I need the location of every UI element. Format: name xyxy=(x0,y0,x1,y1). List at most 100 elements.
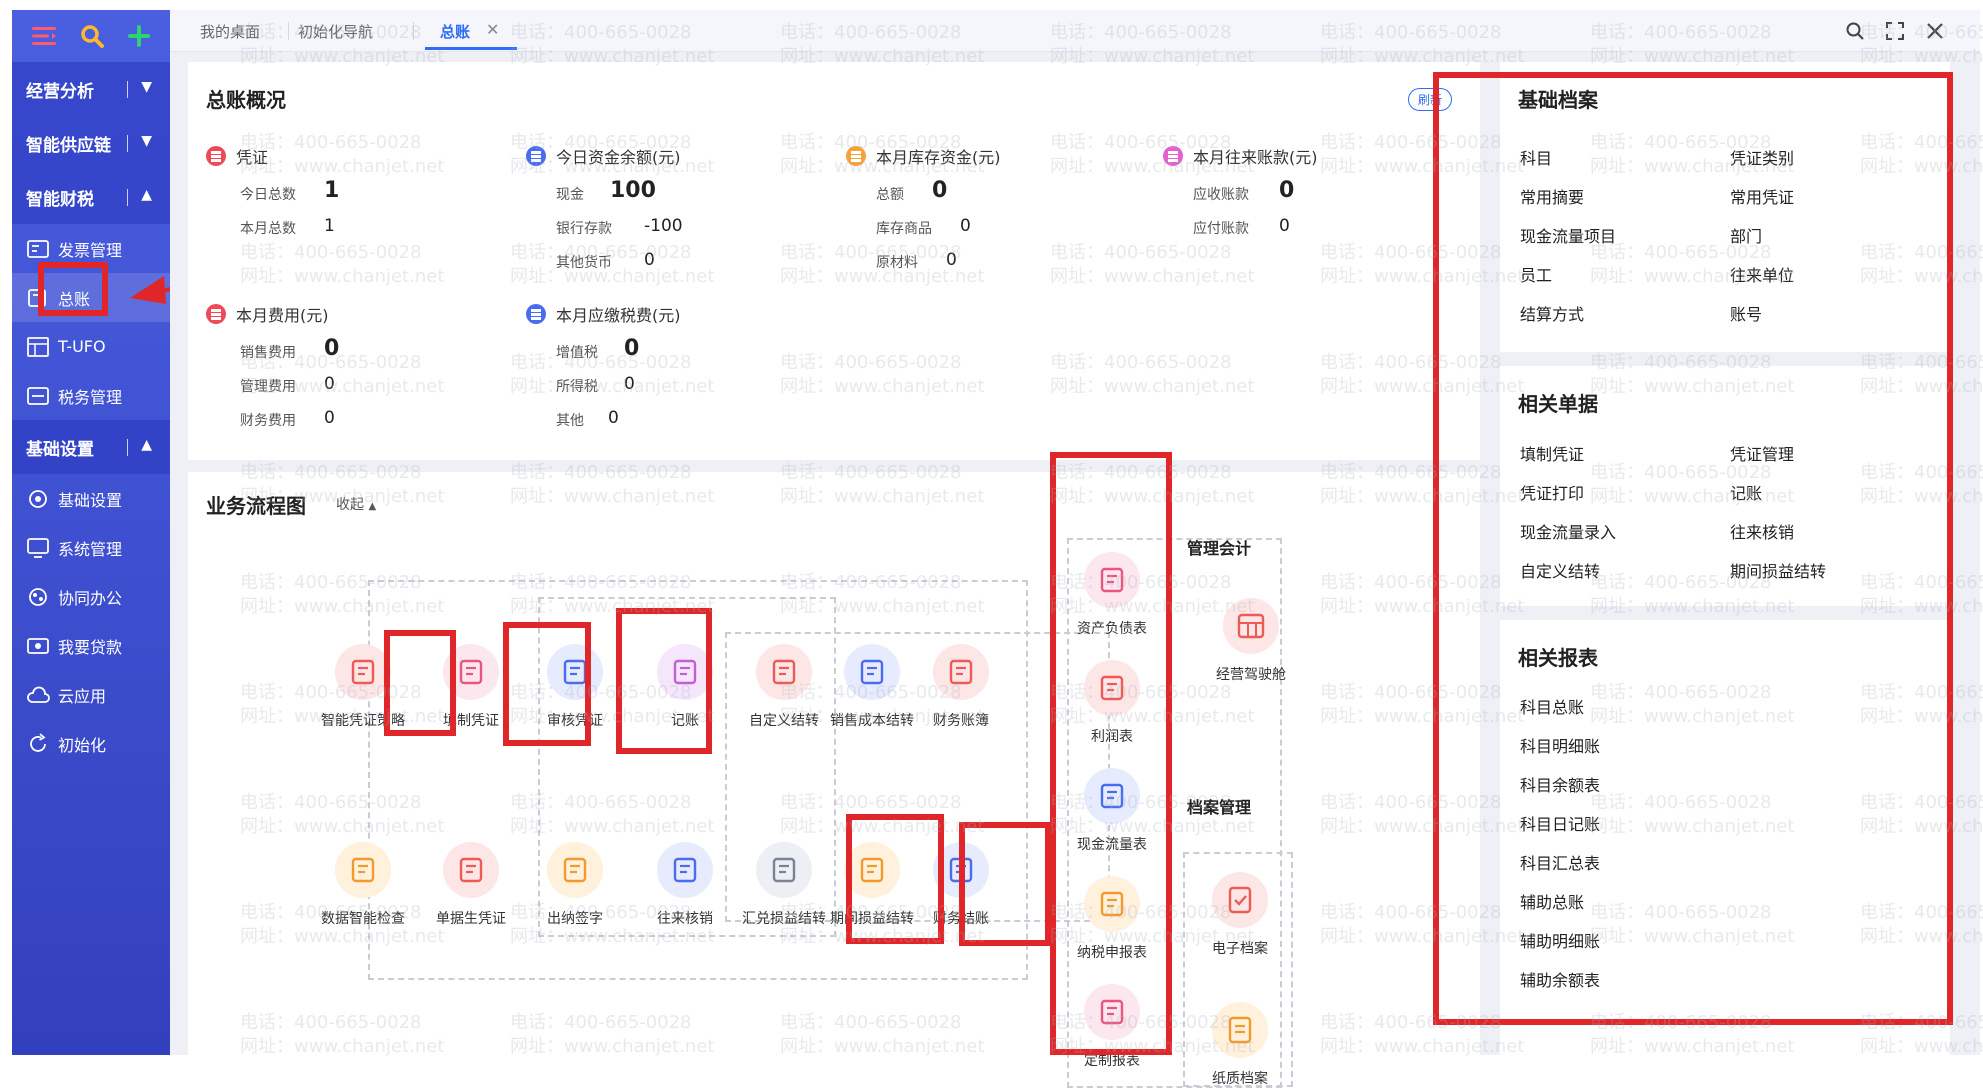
stat-label: 其他 xyxy=(556,413,584,429)
sidebar-item-label: 系统管理 xyxy=(58,539,123,559)
flow-node-paper-archive[interactable]: 纸质档案 xyxy=(1185,1002,1295,1088)
tab-bar: 我的桌面 初始化导航 总账 ✕ xyxy=(170,10,1980,52)
flow-node[interactable]: 单据生凭证 xyxy=(416,842,526,928)
sidebar-group-finance-tax[interactable]: 智能财税 ▲ xyxy=(12,170,170,224)
stat-label: 应收账款 xyxy=(1193,187,1249,203)
add-icon[interactable] xyxy=(127,24,151,48)
sidebar-item-label: 协同办公 xyxy=(58,588,123,608)
flow-node[interactable]: 出纳签字 xyxy=(520,842,630,928)
chevron-up-icon: ▲ xyxy=(141,187,152,203)
stat-value: 0 xyxy=(644,250,655,270)
sidebar-group-label: 智能供应链 xyxy=(26,135,111,156)
sidebar-group-label: 经营分析 xyxy=(26,81,94,102)
cloud-icon xyxy=(26,685,50,705)
menu-icon[interactable] xyxy=(31,25,57,47)
stat-label: 本月总数 xyxy=(240,221,296,237)
stat-value: 0 xyxy=(324,374,335,394)
chevron-up-icon: ▲ xyxy=(141,437,152,453)
settings-icon xyxy=(26,489,50,509)
stat-label: 增值税 xyxy=(556,345,598,361)
stat-value: 0 xyxy=(324,336,340,361)
sidebar-item-basic-settings[interactable]: 基础设置 xyxy=(12,474,170,523)
refresh-icon xyxy=(26,732,50,754)
sidebar-item-tax[interactable]: 税务管理 xyxy=(12,371,170,420)
divider xyxy=(127,189,128,206)
stat-value: 0 xyxy=(1279,178,1295,203)
flow-node-label: 财务账簿 xyxy=(933,713,989,729)
tab-init-nav[interactable]: 初始化导航 xyxy=(298,21,373,42)
stat-title: 本月费用(元) xyxy=(236,306,329,325)
stat-row: 库存商品 0 xyxy=(876,216,1096,244)
sidebar-group-basic-settings[interactable]: 基础设置 ▲ xyxy=(12,420,170,474)
highlight-box xyxy=(616,608,712,754)
flow-node[interactable]: 财务账簿 xyxy=(906,644,1016,730)
stat-value: 0 xyxy=(624,336,640,361)
tab-my-desktop[interactable]: 我的桌面 xyxy=(200,21,260,42)
sidebar-group-business-analysis[interactable]: 经营分析 ▼ xyxy=(12,62,170,116)
fullscreen-icon[interactable] xyxy=(1882,18,1908,44)
active-tab-underline xyxy=(425,47,517,50)
chevron-down-icon: ▼ xyxy=(141,79,152,95)
sidebar-item-cloud[interactable]: 云应用 xyxy=(12,670,170,719)
stat-row: 财务费用 0 xyxy=(240,408,460,436)
flow-node-e-archive[interactable]: 电子档案 xyxy=(1185,872,1295,958)
highlight-box xyxy=(959,822,1051,946)
search-icon[interactable] xyxy=(1842,18,1868,44)
sidebar: 经营分析 ▼ 智能供应链 ▼ 智能财税 ▲ 发票管理 总账 T-UFO 税务管理… xyxy=(12,10,170,1055)
stat-row: 应收账款 0 xyxy=(1193,178,1413,210)
stat-label: 所得税 xyxy=(556,379,598,395)
close-icon[interactable] xyxy=(1922,18,1948,44)
stat-value: -100 xyxy=(644,216,683,236)
stat-value: 0 xyxy=(1279,216,1290,236)
sidebar-item-collab[interactable]: 协同办公 xyxy=(12,572,170,621)
main-content: 总账概况 刷新 凭证 今日总数 1 本月总数 1 今日资金余额(元) 现金 10… xyxy=(170,22,1983,1088)
sidebar-item-label: 发票管理 xyxy=(58,240,123,260)
stat-row: 本月总数 1 xyxy=(240,216,440,244)
flow-node[interactable]: 数据智能检查 xyxy=(308,842,418,928)
stat-label: 现金 xyxy=(556,187,584,203)
search-icon[interactable] xyxy=(80,24,104,48)
sidebar-item-label: 我要贷款 xyxy=(58,637,123,657)
stat-value: 0 xyxy=(960,216,971,236)
invoice-icon xyxy=(26,239,50,259)
sidebar-group-label: 智能财税 xyxy=(26,189,94,210)
sidebar-item-tufo[interactable]: T-UFO xyxy=(12,322,170,371)
stat-label: 原材料 xyxy=(876,255,918,271)
sidebar-group-supply-chain[interactable]: 智能供应链 ▼ xyxy=(12,116,170,170)
app-window: 经营分析 ▼ 智能供应链 ▼ 智能财税 ▲ 发票管理 总账 T-UFO 税务管理… xyxy=(0,0,1983,1088)
sidebar-item-init[interactable]: 初始化 xyxy=(12,719,170,768)
flow-node-label: 纸质档案 xyxy=(1212,1071,1268,1087)
stat-label: 总额 xyxy=(876,187,904,203)
stat-row: 其他 0 xyxy=(556,408,776,436)
sidebar-item-label: T-UFO xyxy=(58,337,106,356)
flow-node-business-cockpit[interactable]: 经营驾驶舱 xyxy=(1186,598,1316,684)
list-icon xyxy=(526,146,546,166)
overview-card: 总账概况 刷新 凭证 今日总数 1 本月总数 1 今日资金余额(元) 现金 10… xyxy=(188,62,1480,460)
stat-row: 原材料 0 xyxy=(876,250,1096,278)
divider xyxy=(127,135,128,152)
stat-row: 今日总数 1 xyxy=(240,178,440,210)
current-accounts-stat-heading: 本月往来账款(元) xyxy=(1163,144,1318,168)
document-icon xyxy=(756,842,812,898)
stat-label: 银行存款 xyxy=(556,221,612,237)
collapse-label: 收起 xyxy=(336,497,364,513)
sidebar-item-loan[interactable]: 我要贷款 xyxy=(12,621,170,670)
stat-row: 管理费用 0 xyxy=(240,374,460,402)
flow-node[interactable]: 往来核销 xyxy=(630,842,740,928)
archive-icon xyxy=(1212,872,1268,928)
highlight-box xyxy=(846,814,944,944)
sidebar-item-system[interactable]: 系统管理 xyxy=(12,523,170,572)
document-icon xyxy=(844,644,900,700)
flow-node-label: 往来核销 xyxy=(657,911,713,927)
sidebar-item-label: 税务管理 xyxy=(58,387,123,407)
divider xyxy=(127,439,128,456)
collapse-toggle[interactable]: 收起 ▲ xyxy=(336,494,376,514)
stat-label: 其他货币 xyxy=(556,255,612,271)
highlight-box xyxy=(38,262,108,316)
mgmt-accounting-title: 管理会计 xyxy=(1187,539,1252,558)
stat-row: 现金 100 xyxy=(556,178,776,210)
tab-general-ledger[interactable]: 总账 xyxy=(440,21,470,42)
stat-title: 凭证 xyxy=(236,148,269,167)
stat-title: 本月应缴税费(元) xyxy=(556,306,681,325)
tab-close-icon[interactable]: ✕ xyxy=(486,20,499,39)
